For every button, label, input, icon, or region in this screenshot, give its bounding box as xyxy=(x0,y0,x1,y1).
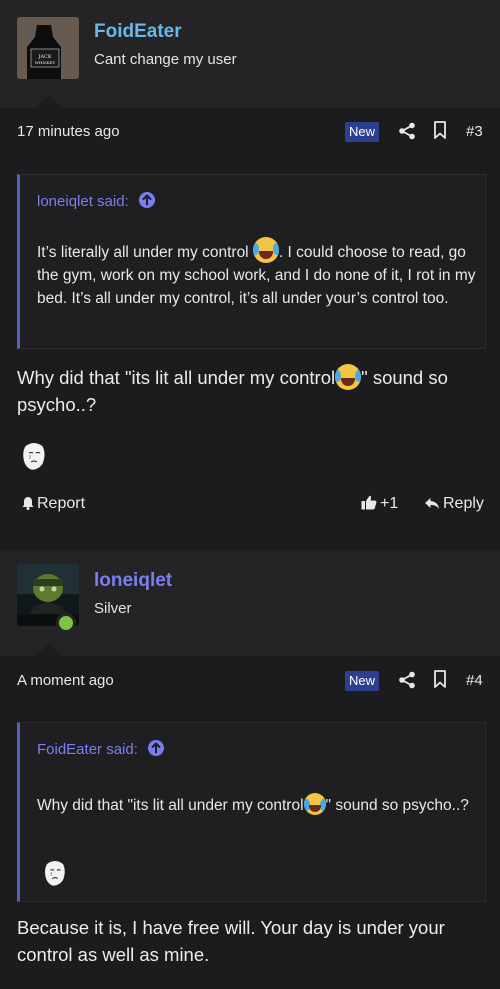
message-part1: Why did that "its lit all under my contr… xyxy=(17,367,336,388)
post-time[interactable]: A moment ago xyxy=(17,672,114,689)
reply-button[interactable]: Reply xyxy=(424,495,484,513)
new-badge: New xyxy=(345,671,380,691)
like-button[interactable]: +1 xyxy=(361,495,398,513)
user-title: Silver xyxy=(94,600,132,617)
post-message: Because it is, I have free will. Your da… xyxy=(17,917,445,965)
quote-text-part1: Why did that "its lit all under my contr… xyxy=(37,797,304,814)
post-3-meta: 17 minutes ago New #3 xyxy=(0,113,500,153)
share-icon[interactable] xyxy=(398,671,416,689)
user-title: Cant change my user xyxy=(94,51,237,68)
post-3-footer: Report +1 Reply xyxy=(0,490,500,520)
wojak-sticker xyxy=(42,858,68,888)
joy-emoji xyxy=(303,793,326,815)
joy-emoji xyxy=(252,237,279,263)
share-icon[interactable] xyxy=(398,122,416,140)
header-notch xyxy=(35,644,63,656)
up-arrow-icon[interactable] xyxy=(148,740,165,756)
quote-block: loneiqlet said: It’s literally all under… xyxy=(17,174,486,349)
post-3-header: JACK WHISKEY FoidEater Cant change my us… xyxy=(0,0,500,108)
post-number[interactable]: #4 xyxy=(466,672,483,689)
quote-author[interactable]: FoidEater said: xyxy=(37,741,138,758)
thumbs-up-icon xyxy=(361,495,377,510)
up-arrow-icon[interactable] xyxy=(138,192,155,208)
quote-text: It’s literally all under my control . I … xyxy=(37,237,477,310)
post-message: Why did that "its lit all under my contr… xyxy=(17,364,487,418)
header-notch xyxy=(35,96,63,108)
bell-icon xyxy=(22,497,34,510)
report-button[interactable]: Report xyxy=(22,495,85,513)
post-4-header: loneiqlet Silver xyxy=(0,550,500,656)
joy-emoji xyxy=(335,364,362,390)
reply-arrow-icon xyxy=(425,498,439,509)
username[interactable]: loneiqlet xyxy=(94,570,172,592)
report-label: Report xyxy=(37,495,86,512)
quote-block: FoidEater said: Why did that "its lit al… xyxy=(17,722,486,902)
quote-text-part2: " sound so psycho..? xyxy=(325,797,469,814)
quote-text: Why did that "its lit all under my contr… xyxy=(37,793,477,817)
new-badge: New xyxy=(345,122,380,142)
post-4-meta: A moment ago New #4 xyxy=(0,662,500,702)
quote-text-part1: It’s literally all under my control xyxy=(37,244,253,261)
quote-header[interactable]: loneiqlet said: xyxy=(37,192,155,210)
post-time[interactable]: 17 minutes ago xyxy=(17,123,120,140)
wojak-sticker xyxy=(20,440,48,472)
reply-label: Reply xyxy=(443,495,484,512)
svg-text:WHISKEY: WHISKEY xyxy=(35,60,56,65)
quote-header[interactable]: FoidEater said: xyxy=(37,740,165,758)
avatar-loneiqlet[interactable] xyxy=(17,564,79,633)
bookmark-icon[interactable] xyxy=(433,670,447,688)
avatar-foideater[interactable]: JACK WHISKEY xyxy=(17,17,79,79)
post-number[interactable]: #3 xyxy=(466,123,483,140)
like-count: +1 xyxy=(380,495,399,512)
bookmark-icon[interactable] xyxy=(433,121,447,139)
username[interactable]: FoidEater xyxy=(94,21,182,43)
online-status-dot xyxy=(56,613,76,633)
quote-author[interactable]: loneiqlet said: xyxy=(37,193,129,210)
